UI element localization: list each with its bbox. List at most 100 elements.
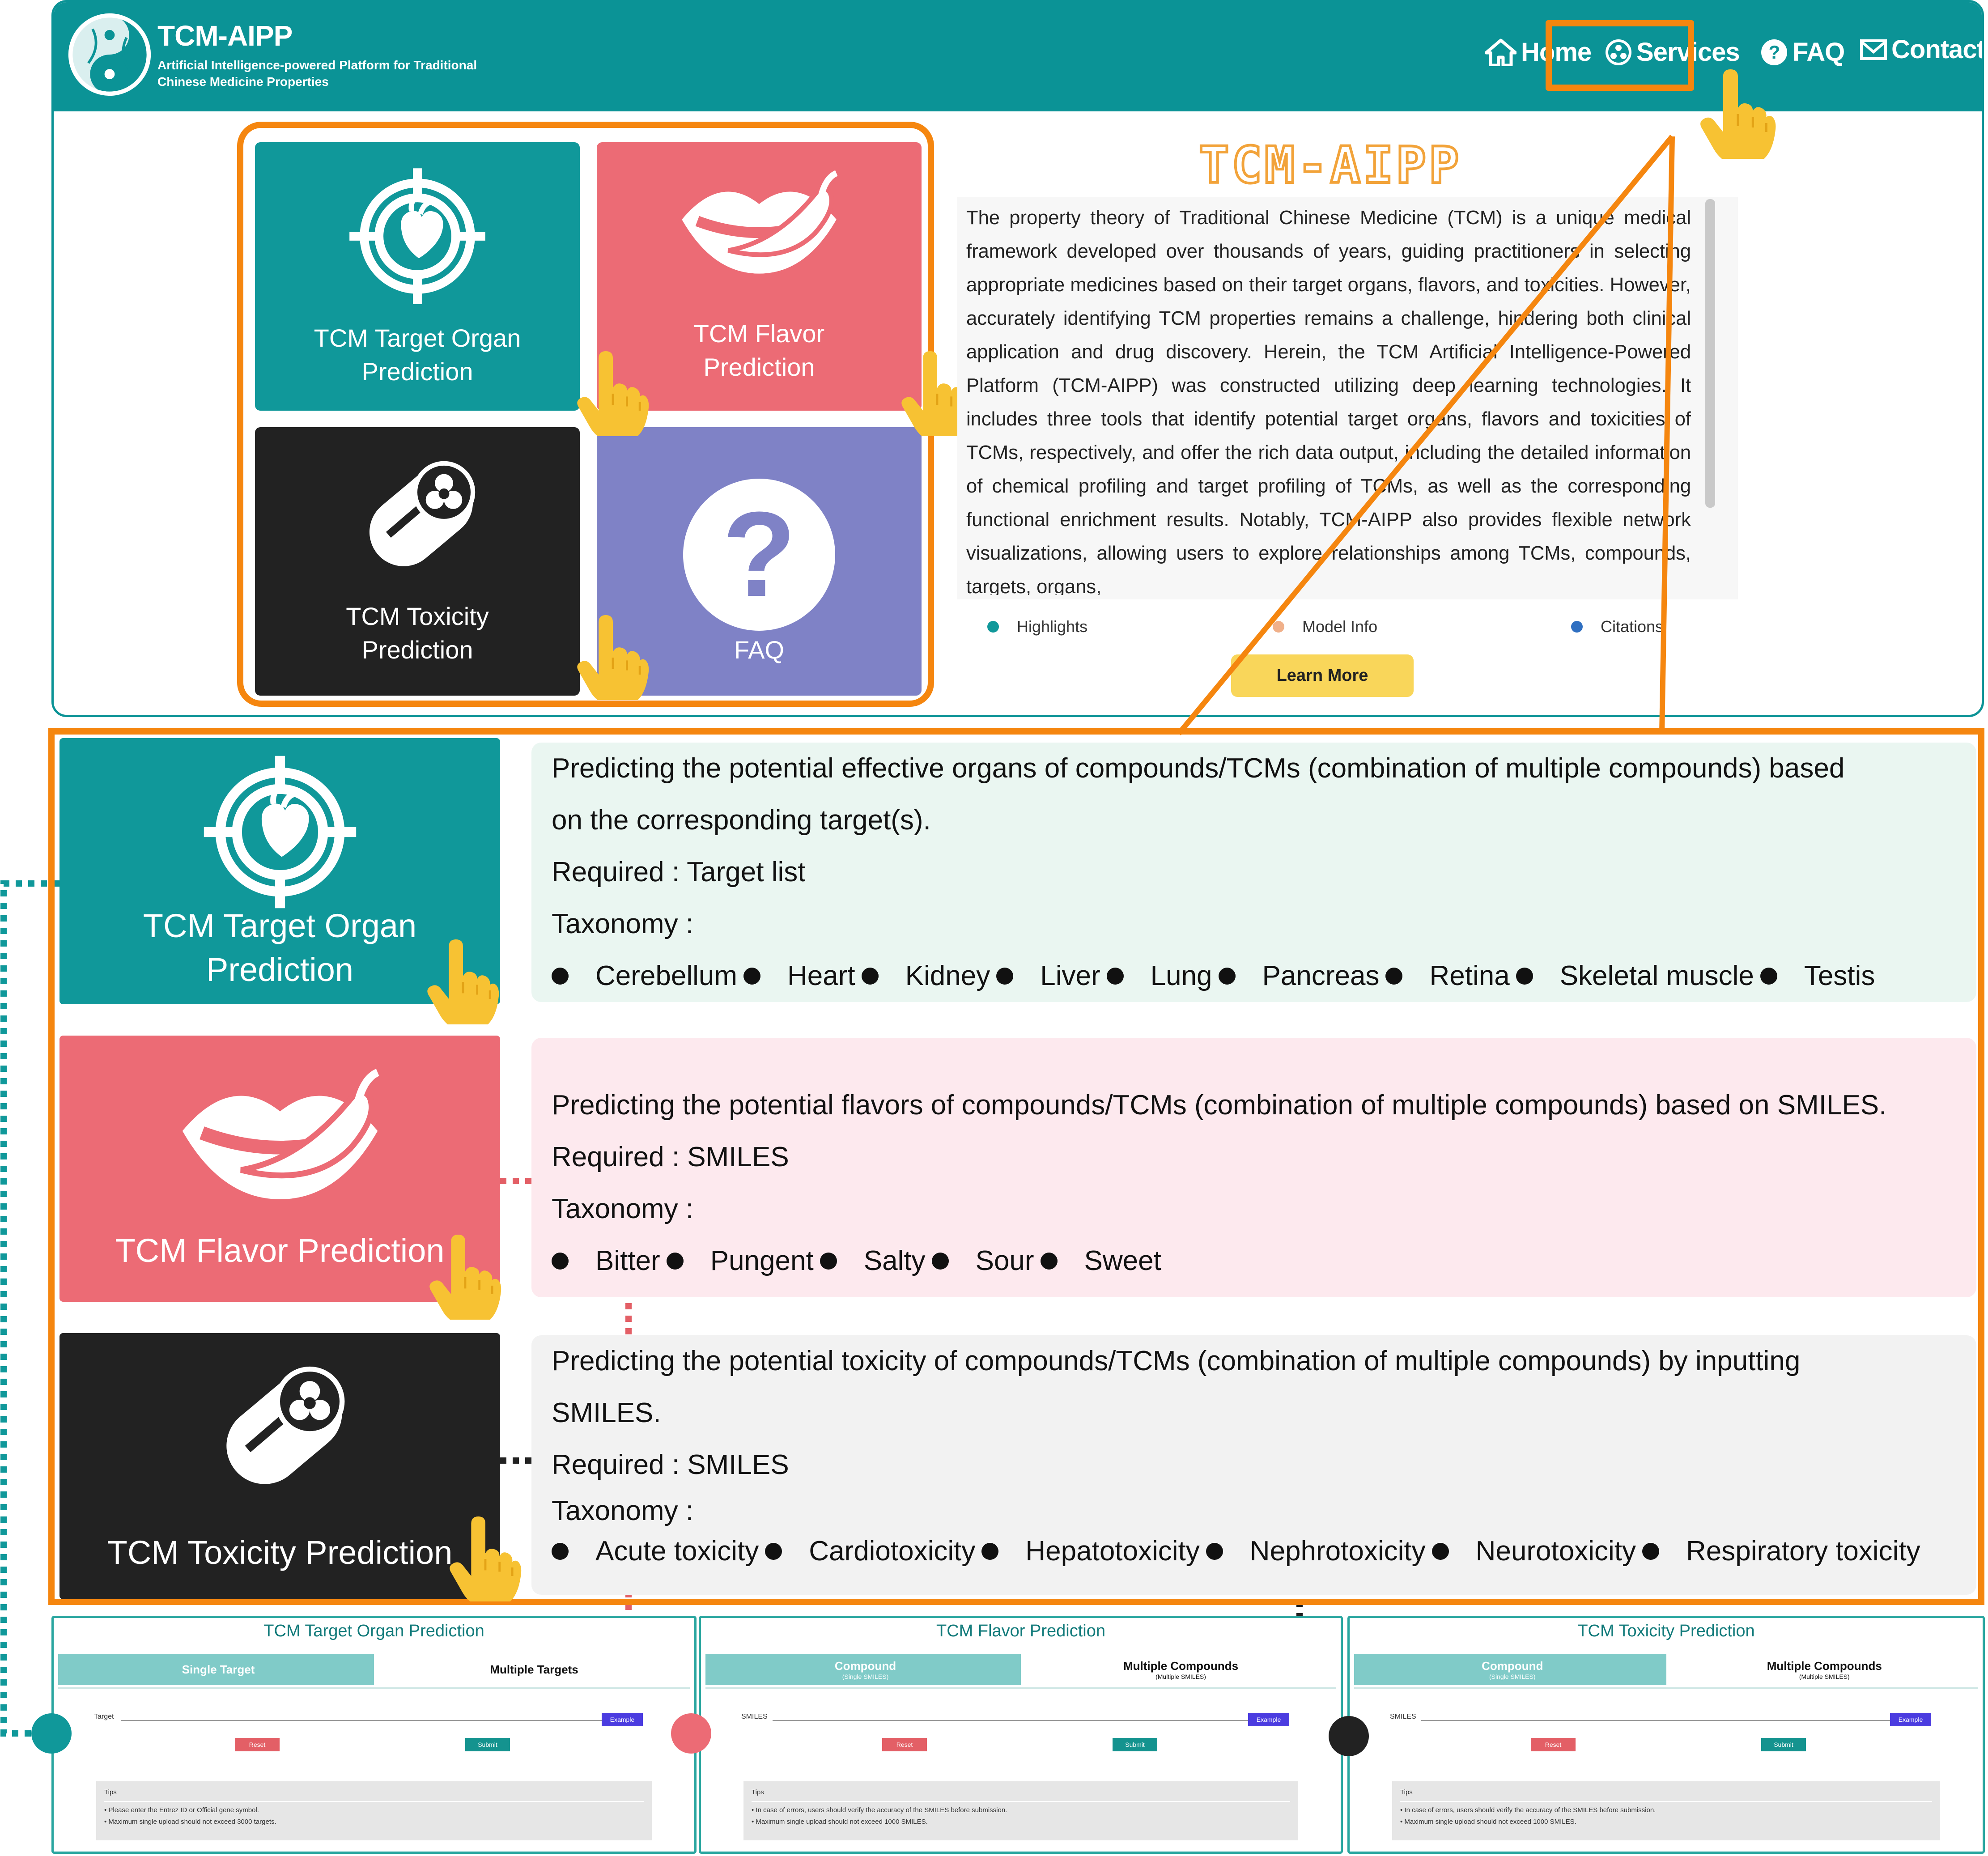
- preview-title: TCM Flavor Prediction: [936, 1622, 1105, 1640]
- tab-single-target[interactable]: Single Target: [58, 1654, 378, 1685]
- bullet: [861, 968, 879, 985]
- smiles-input[interactable]: [773, 1720, 1287, 1721]
- bullet: [1516, 968, 1533, 985]
- divider: [58, 1687, 690, 1689]
- service-toxicity-taxonomy-list: Acute toxicity Cardiotoxicity Hepatotoxi…: [552, 1531, 1976, 1571]
- tip-text: Maximum single upload should not exceed …: [1404, 1818, 1576, 1826]
- service-flavor-panel: Predicting the potential flavors of comp…: [531, 1038, 1976, 1297]
- taxonomy-item: Salty: [863, 1245, 926, 1276]
- bullet: [1385, 968, 1403, 985]
- taxonomy-item: Cerebellum: [595, 960, 738, 991]
- example-button[interactable]: Example: [602, 1713, 643, 1726]
- smiles-input[interactable]: [1421, 1720, 1931, 1721]
- taxonomy-item: Bitter: [595, 1245, 660, 1276]
- service-flavor-taxonomy-label: Taxonomy :: [552, 1193, 694, 1224]
- target-input[interactable]: [121, 1720, 640, 1721]
- target-field-label: Target: [94, 1713, 114, 1720]
- taxonomy-item: Sweet: [1084, 1245, 1161, 1276]
- taxonomy-item: Skeletal muscle: [1559, 960, 1754, 991]
- bullet: [552, 968, 569, 985]
- tip-item: • Maximum single upload should not excee…: [752, 1818, 928, 1826]
- reset-button[interactable]: Reset: [235, 1738, 280, 1751]
- preview-flavor: TCM Flavor Prediction Compound (Single SM…: [699, 1616, 1343, 1854]
- bullet: [743, 968, 761, 985]
- tab-label: Multiple Compounds: [1123, 1659, 1239, 1673]
- tab-sublabel: (Single SMILES): [1489, 1673, 1536, 1680]
- taxonomy-item: Acute toxicity: [595, 1536, 759, 1567]
- preview-title: TCM Toxicity Prediction: [1577, 1622, 1755, 1640]
- service-organ-description: Predicting the potential effective organ…: [552, 753, 1845, 836]
- tip-item: • In case of errors, users should verify…: [1400, 1806, 1656, 1814]
- bullet: [996, 968, 1014, 985]
- taxonomy-item: Neurotoxicity: [1475, 1536, 1636, 1567]
- tab-multiple-targets[interactable]: Multiple Targets: [374, 1654, 694, 1685]
- submit-button[interactable]: Submit: [465, 1738, 510, 1751]
- service-toxicity-description: Predicting the potential toxicity of com…: [552, 1346, 1801, 1428]
- tip-text: In case of errors, users should verify t…: [756, 1806, 1007, 1814]
- taxonomy-item: Heart: [787, 960, 855, 991]
- tab-label: Compound: [1482, 1659, 1543, 1673]
- bullet: [931, 1253, 949, 1270]
- bullet: [552, 1543, 569, 1560]
- reset-button[interactable]: Reset: [1531, 1738, 1576, 1751]
- tab-sublabel: (Multiple SMILES): [1799, 1673, 1850, 1680]
- lips-pepper-icon: [173, 1062, 387, 1219]
- bullet: [1432, 1543, 1449, 1560]
- bullet: [552, 1253, 569, 1270]
- service-flavor-description: Predicting the potential flavors of comp…: [552, 1090, 1887, 1121]
- smiles-field-label: SMILES: [1390, 1713, 1416, 1720]
- bullet: [1206, 1543, 1223, 1560]
- tab-label: Single Target: [182, 1662, 255, 1676]
- preview-title: TCM Target Organ Prediction: [263, 1622, 484, 1640]
- service-toxicity-panel: Predicting the potential toxicity of com…: [531, 1335, 1976, 1595]
- service-organ-panel: Predicting the potential effective organ…: [531, 743, 1976, 1002]
- tab-multiple-compounds[interactable]: Multiple Compounds (Multiple SMILES): [1666, 1654, 1983, 1685]
- taxonomy-item: Retina: [1429, 960, 1510, 991]
- service-toxicity-required: Required : SMILES: [552, 1449, 789, 1480]
- tab-sublabel: (Single SMILES): [842, 1673, 889, 1680]
- submit-button[interactable]: Submit: [1113, 1738, 1157, 1751]
- taxonomy-item: Liver: [1040, 960, 1100, 991]
- connector-dot: [31, 1713, 72, 1754]
- tab-compound[interactable]: Compound (Single SMILES): [1354, 1654, 1671, 1685]
- service-toxicity-tile[interactable]: TCM Toxicity Prediction: [59, 1333, 500, 1599]
- taxonomy-item: Hepatotoxicity: [1025, 1536, 1200, 1567]
- tips-title: Tips: [752, 1787, 1290, 1802]
- taxonomy-item: Lung: [1150, 960, 1212, 991]
- divider: [1354, 1687, 1978, 1689]
- tip-text: Maximum single upload should not exceed …: [108, 1818, 276, 1826]
- tab-multiple-compounds[interactable]: Multiple Compounds (Multiple SMILES): [1021, 1654, 1341, 1685]
- service-toxicity-tile-label: TCM Toxicity Prediction: [107, 1534, 453, 1571]
- pill-biohazard-icon: [195, 1349, 365, 1519]
- bullet: [981, 1543, 999, 1560]
- service-flavor-required: Required : SMILES: [552, 1142, 789, 1172]
- service-organ-taxonomy-label: Taxonomy :: [552, 909, 694, 939]
- bullet: [765, 1543, 782, 1560]
- tip-item: • Please enter the Entrez ID or Official…: [104, 1806, 259, 1814]
- hand-cursor-icon: [427, 1235, 503, 1320]
- taxonomy-item: Respiratory toxicity: [1686, 1536, 1920, 1567]
- taxonomy-item: Pungent: [710, 1245, 814, 1276]
- preview-toxicity: TCM Toxicity Prediction Compound (Single …: [1347, 1616, 1985, 1854]
- submit-button[interactable]: Submit: [1761, 1738, 1806, 1751]
- service-toxicity-taxonomy-label: Taxonomy :: [552, 1495, 694, 1526]
- taxonomy-item: Nephrotoxicity: [1249, 1536, 1426, 1567]
- tip-text: Please enter the Entrez ID or Official g…: [108, 1806, 259, 1814]
- tab-compound[interactable]: Compound (Single SMILES): [705, 1654, 1025, 1685]
- bullet: [820, 1253, 837, 1270]
- bullet: [1218, 968, 1236, 985]
- example-button[interactable]: Example: [1248, 1713, 1289, 1726]
- hand-cursor-icon: [447, 1516, 523, 1601]
- bullet: [1106, 968, 1124, 985]
- service-organ-tile-label: TCM Target Organ Prediction: [143, 907, 417, 988]
- taxonomy-item: Kidney: [905, 960, 990, 991]
- taxonomy-item: Pancreas: [1262, 960, 1380, 991]
- reset-button[interactable]: Reset: [882, 1738, 927, 1751]
- connector-dot: [671, 1713, 711, 1754]
- tips-title: Tips: [1400, 1787, 1932, 1802]
- tip-item: • Maximum single upload should not excee…: [1400, 1818, 1576, 1826]
- tips-box: Tips • Please enter the Entrez ID or Off…: [96, 1781, 652, 1840]
- tip-text: In case of errors, users should verify t…: [1404, 1806, 1656, 1814]
- example-button[interactable]: Example: [1890, 1713, 1931, 1726]
- taxonomy-item: Cardiotoxicity: [809, 1536, 976, 1567]
